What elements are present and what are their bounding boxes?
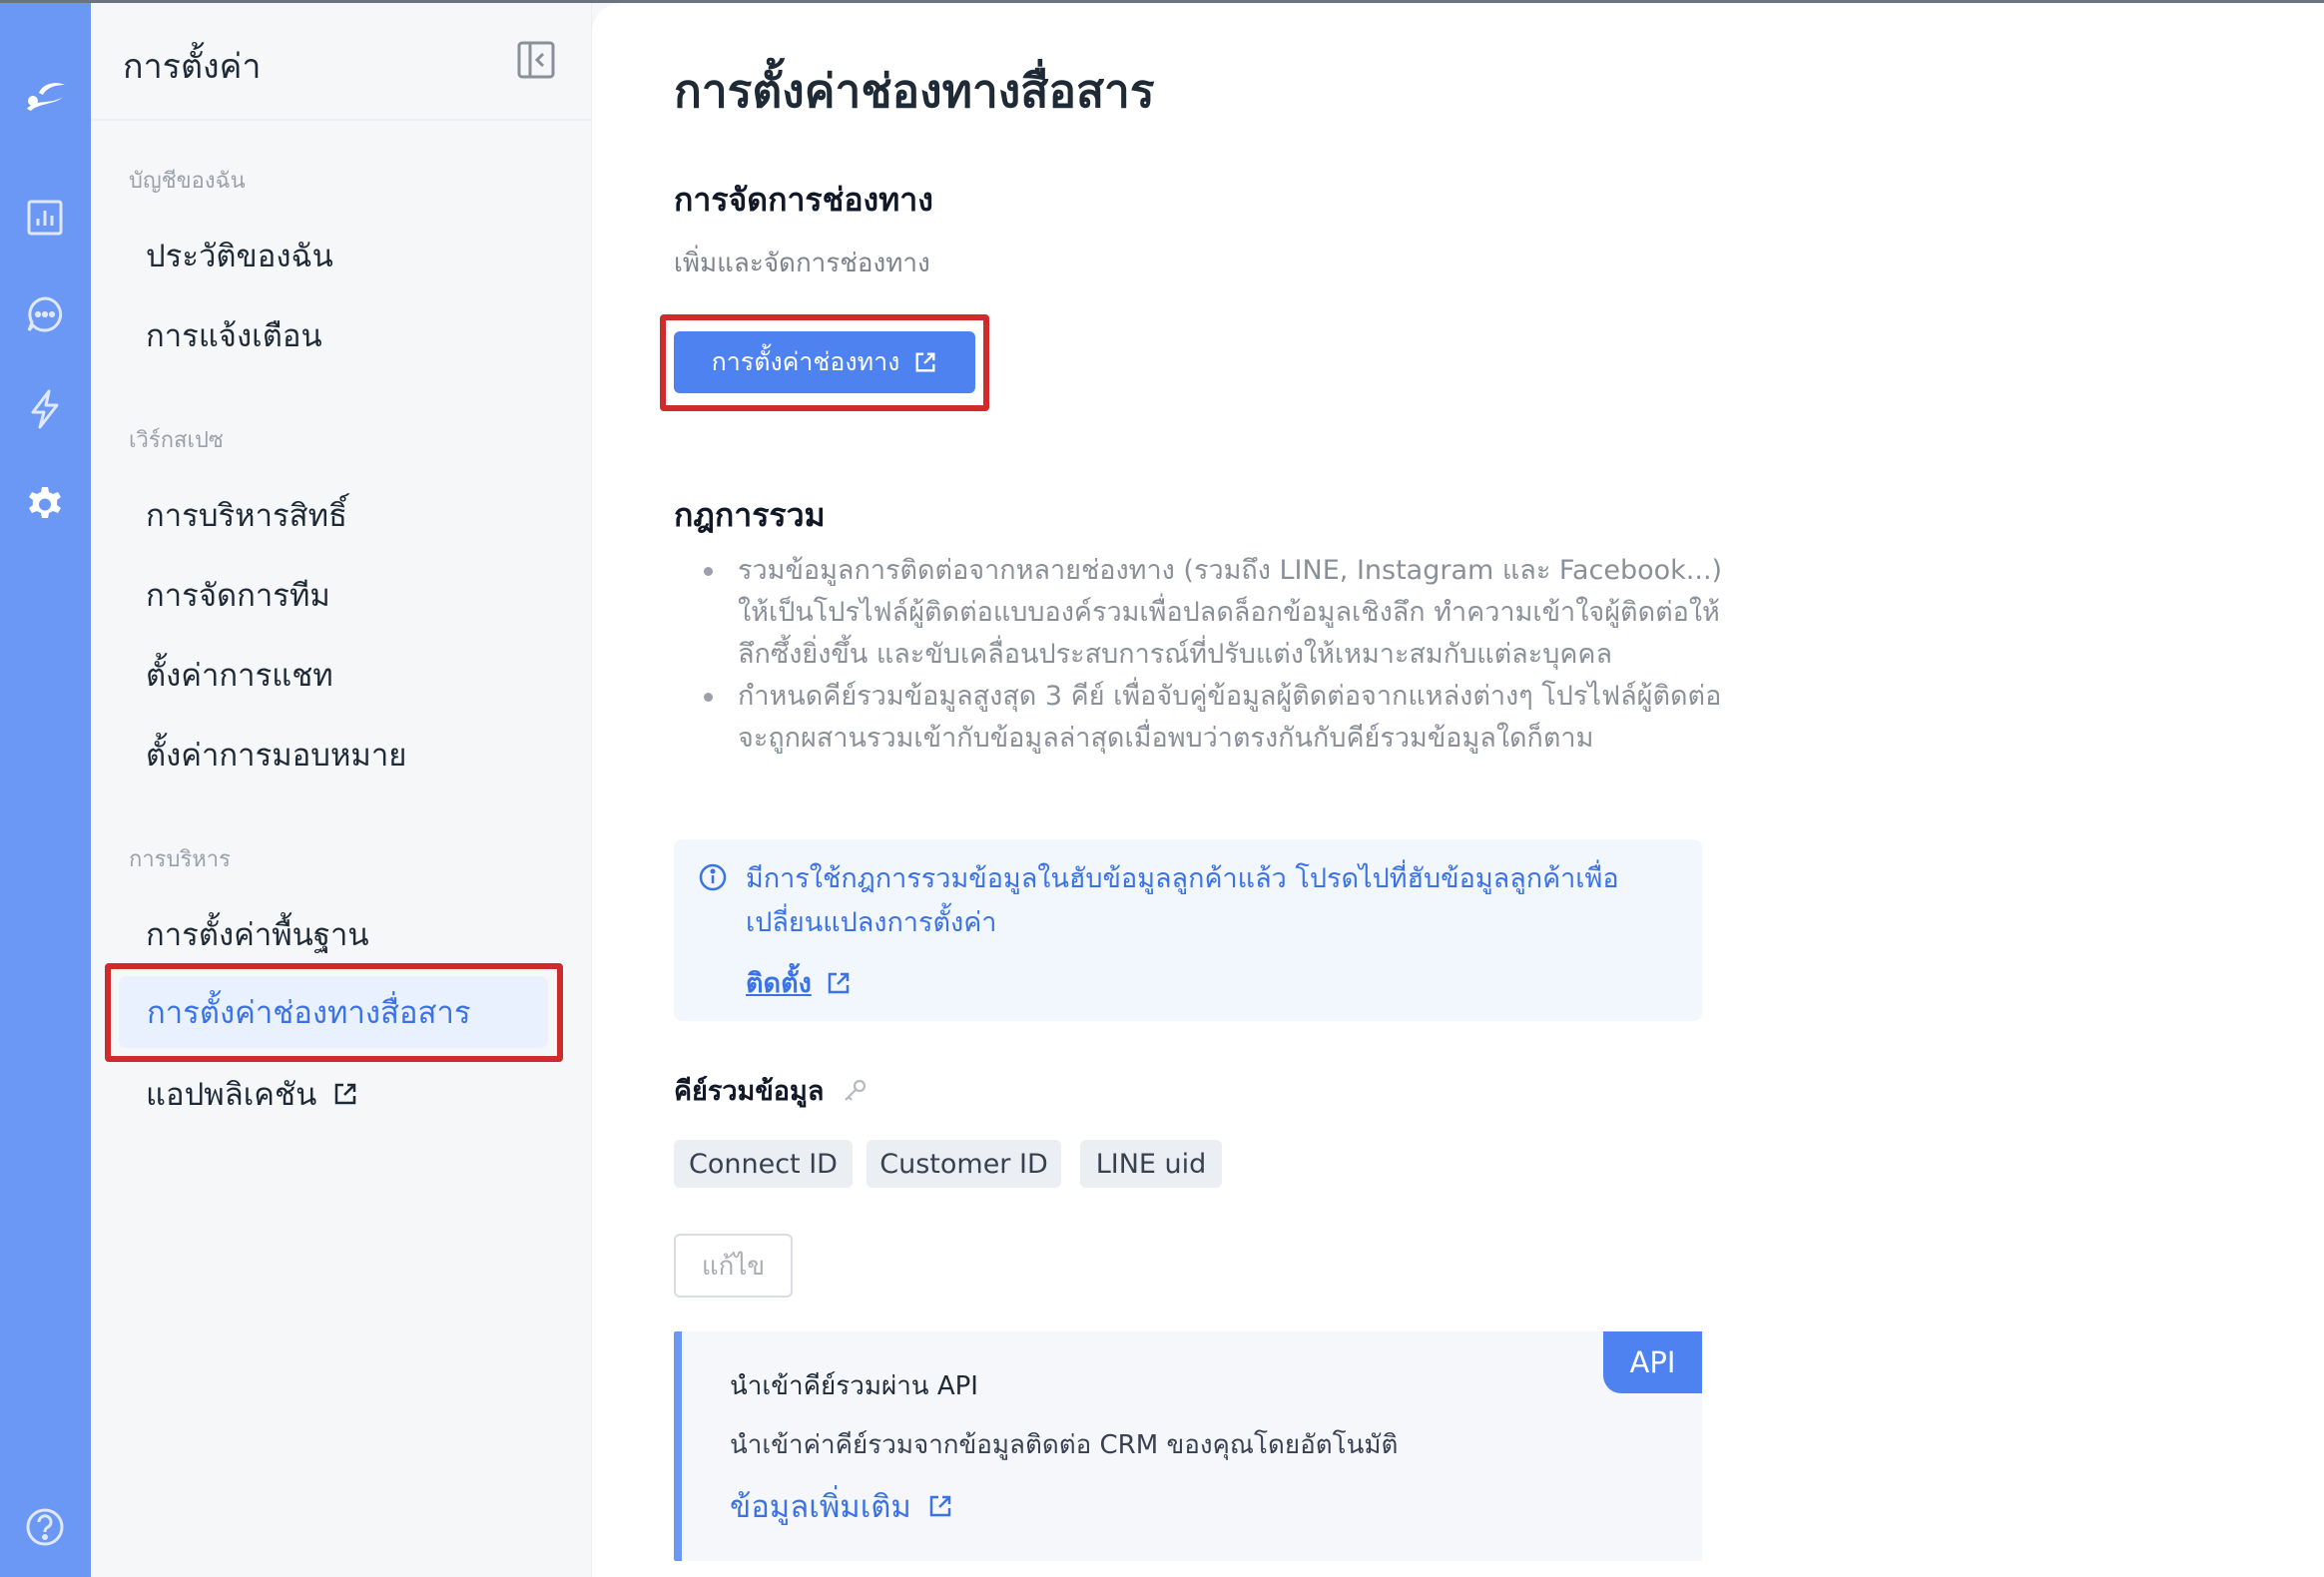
sidebar-item-team-management[interactable]: การจัดการทีม xyxy=(146,570,330,620)
analytics-icon[interactable] xyxy=(20,193,70,243)
merge-key-chip: LINE uid xyxy=(1080,1140,1222,1188)
info-icon xyxy=(699,863,727,891)
help-icon[interactable] xyxy=(20,1502,70,1552)
external-link-icon xyxy=(335,1083,356,1105)
app-rail xyxy=(0,0,91,1577)
sidebar-item-channel-settings[interactable]: การตั้งค่าช่องทางสื่อสาร xyxy=(119,976,548,1048)
install-link-label: ติดตั้ง xyxy=(746,968,812,999)
list-item: รวมข้อมูลการติดต่อจากหลายช่องทาง (รวมถึง… xyxy=(702,550,1740,676)
channel-management-subtitle: เพิ่มและจัดการช่องทาง xyxy=(674,249,930,278)
sidebar-title: การตั้งค่า xyxy=(123,47,262,87)
sidebar-item-chat-settings[interactable]: ตั้งค่าการแชท xyxy=(146,650,333,700)
external-link-icon xyxy=(828,972,850,993)
chat-icon[interactable] xyxy=(20,289,70,339)
collapse-sidebar-icon[interactable] xyxy=(517,41,555,79)
api-card-title: นำเข้าคีย์รวมผ่าน API xyxy=(730,1371,978,1401)
api-badge: API xyxy=(1603,1331,1702,1393)
channel-management-title: การจัดการช่องทาง xyxy=(674,181,933,219)
logo-icon[interactable] xyxy=(20,70,70,120)
merge-key-chip: Customer ID xyxy=(867,1140,1061,1188)
sidebar-item-applications[interactable]: แอปพลิเคชัน xyxy=(146,1069,358,1119)
sidebar-item-label: การตั้งค่าช่องทางสื่อสาร xyxy=(147,995,471,1031)
external-link-icon xyxy=(915,352,935,372)
notice-message: มีการใช้กฎการรวมข้อมูลในฮับข้อมูลลูกค้าแ… xyxy=(746,863,1619,938)
merge-rules-title: กฎการรวม xyxy=(674,496,826,534)
merge-key-chip: Connect ID xyxy=(674,1140,853,1188)
merge-keys-label-text: คีย์รวมข้อมูล xyxy=(674,1076,825,1107)
automation-icon[interactable] xyxy=(20,384,70,434)
channel-settings-button[interactable]: การตั้งค่าช่องทาง xyxy=(674,331,975,393)
api-card-description: นำเข้าค่าคีย์รวมจากข้อมูลติดต่อ CRM ของค… xyxy=(730,1430,1399,1460)
key-icon xyxy=(845,1079,867,1101)
group-label-my-account: บัญชีของฉัน xyxy=(129,169,246,194)
sidebar-item-notifications[interactable]: การแจ้งเตือน xyxy=(146,310,322,360)
sidebar-item-permissions[interactable]: การบริหารสิทธิ์ xyxy=(146,490,347,540)
merge-rules-list: รวมข้อมูลการติดต่อจากหลายช่องทาง (รวมถึง… xyxy=(702,550,2299,760)
group-label-workspace: เวิร์กสเปซ xyxy=(129,428,224,453)
group-label-administration: การบริหาร xyxy=(129,847,231,872)
install-link[interactable]: ติดตั้ง xyxy=(746,961,852,1004)
info-notice: มีการใช้กฎการรวมข้อมูลในฮับข้อมูลลูกค้าแ… xyxy=(674,839,1702,1021)
external-link-icon xyxy=(929,1495,951,1517)
edit-button[interactable]: แก้ไข xyxy=(674,1234,793,1298)
channel-settings-button-label: การตั้งค่าช่องทาง xyxy=(711,347,900,376)
learn-more-link-label: ข้อมูลเพิ่มเติม xyxy=(730,1489,911,1525)
sidebar-item-assignment-settings[interactable]: ตั้งค่าการมอบหมาย xyxy=(146,730,406,780)
page-title: การตั้งค่าช่องทางสื่อสาร xyxy=(674,64,1155,118)
settings-sidebar: การตั้งค่า บัญชีของฉัน ประวัติของฉัน การ… xyxy=(91,3,592,1577)
main-content: การตั้งค่าช่องทางสื่อสาร การจัดการช่องทา… xyxy=(592,3,2324,1577)
settings-icon[interactable] xyxy=(20,481,70,531)
sidebar-item-basic-settings[interactable]: การตั้งค่าพื้นฐาน xyxy=(146,909,369,959)
api-import-card: API นำเข้าคีย์รวมผ่าน API นำเข้าค่าคีย์ร… xyxy=(674,1331,1702,1561)
learn-more-link[interactable]: ข้อมูลเพิ่มเติม xyxy=(730,1481,953,1531)
list-item: กำหนดคีย์รวมข้อมูลสูงสุด 3 คีย์ เพื่อจับ… xyxy=(702,676,1740,760)
merge-keys-label: คีย์รวมข้อมูล xyxy=(674,1069,868,1112)
sidebar-item-my-profile[interactable]: ประวัติของฉัน xyxy=(146,231,333,280)
sidebar-item-label: แอปพลิเคชัน xyxy=(146,1077,317,1113)
window-top-border xyxy=(0,0,2324,3)
sidebar-header: การตั้งค่า xyxy=(91,3,591,121)
